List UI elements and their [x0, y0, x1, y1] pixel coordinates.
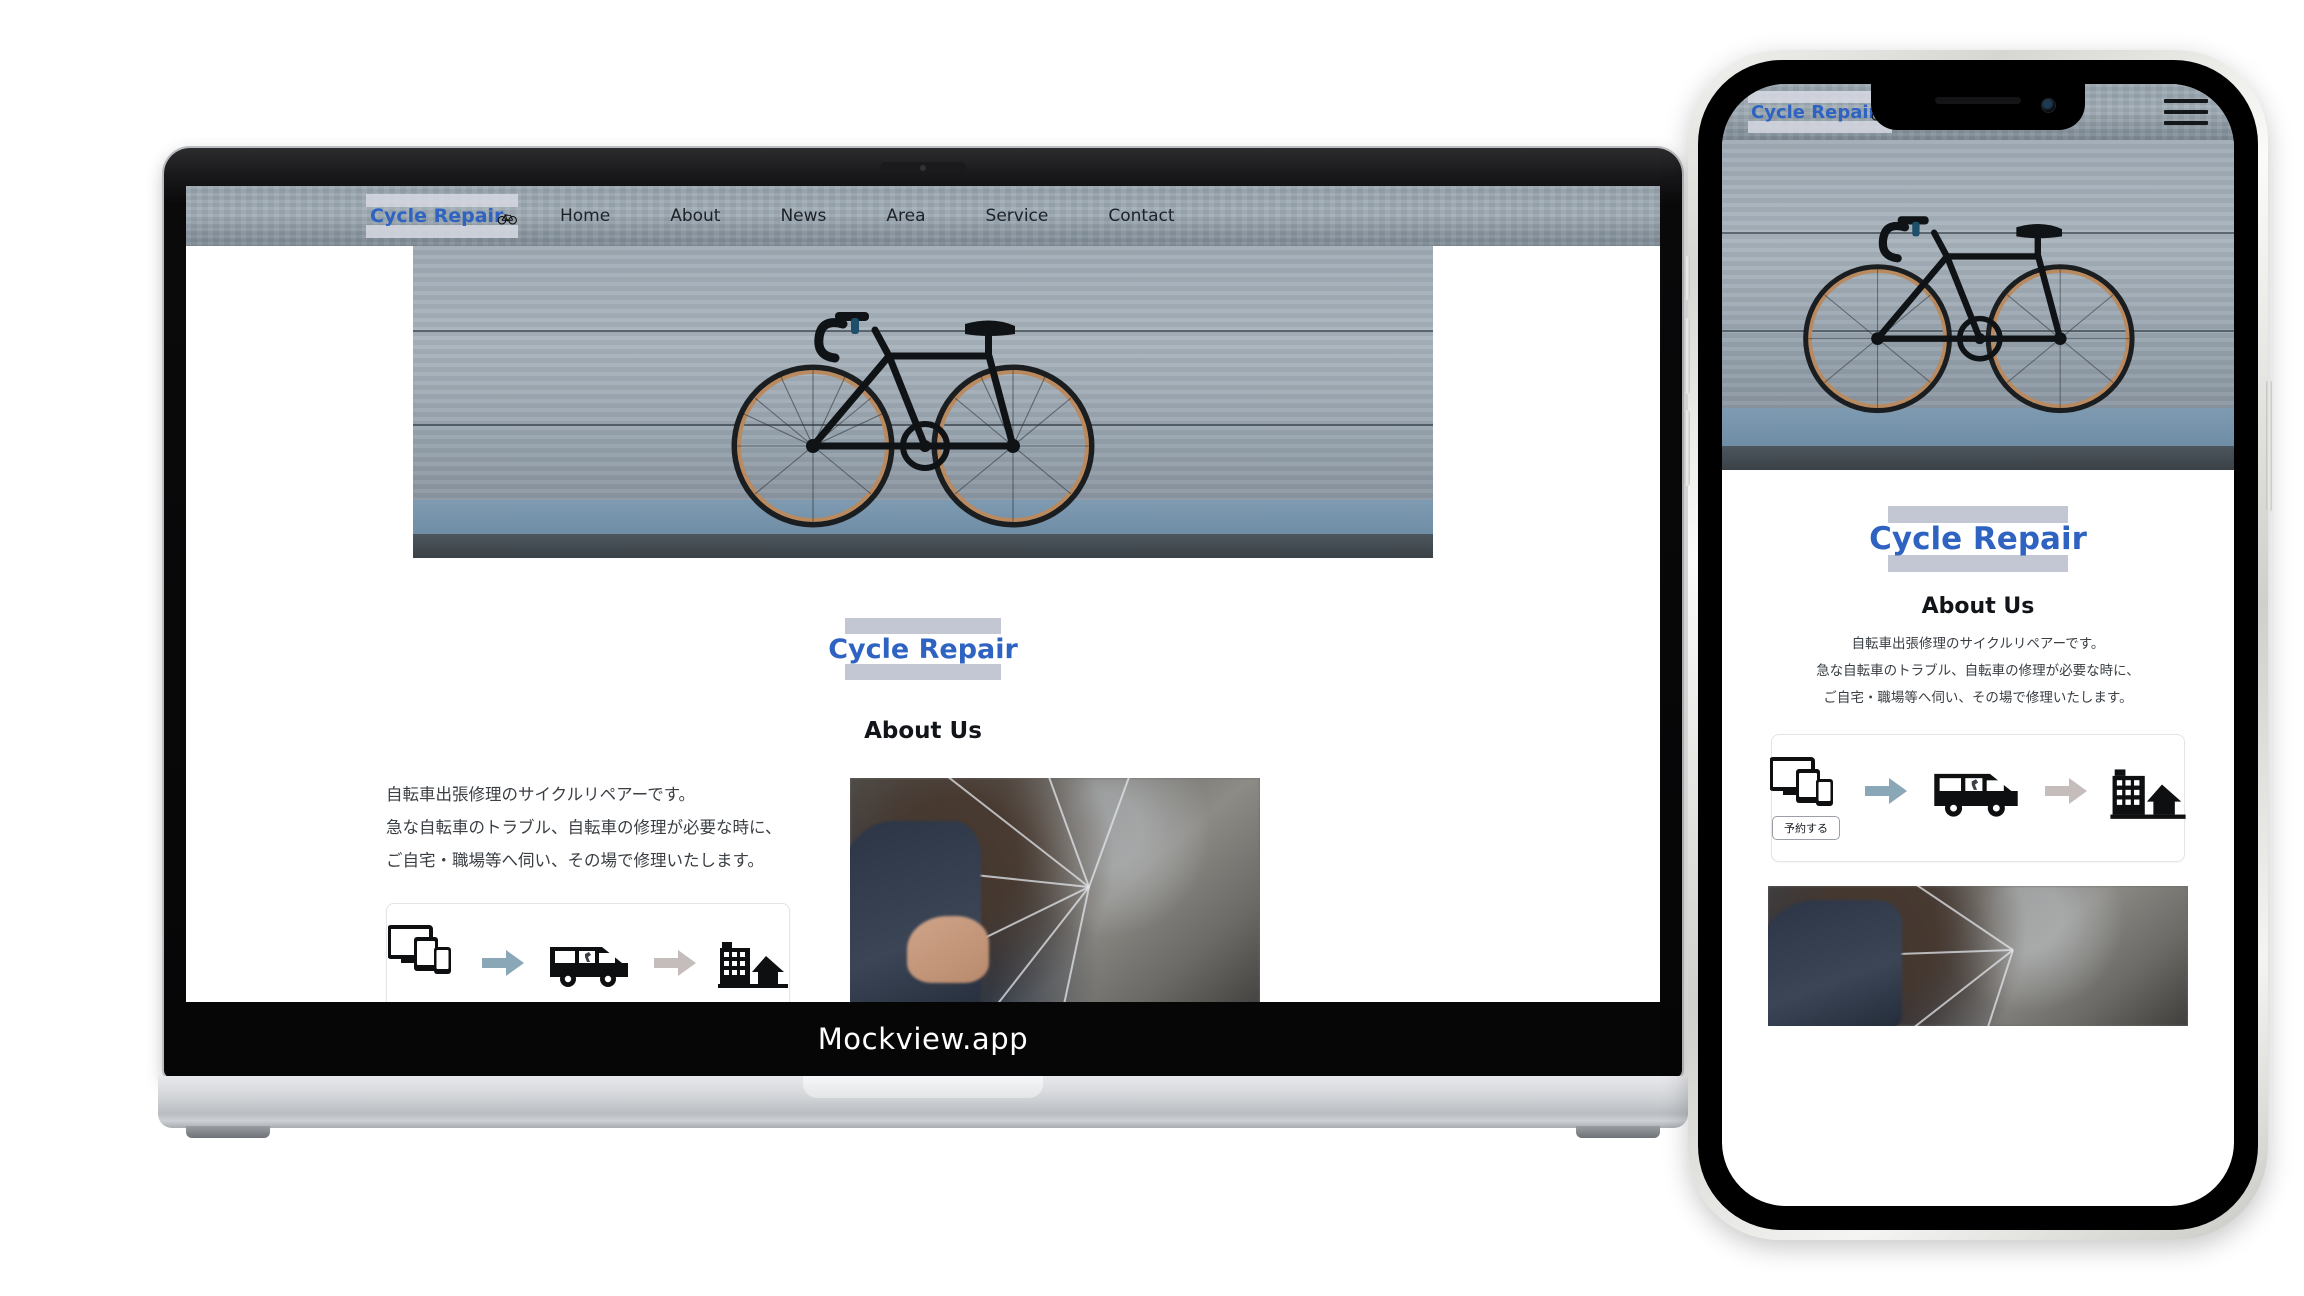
- about-line-2: 急な自転車のトラブル、自転車の修理が必要な時に、: [386, 818, 782, 837]
- site-logo[interactable]: Cycle Repair: [366, 194, 518, 238]
- mobile-service-flow-card: 予約する: [1770, 734, 2186, 862]
- mobile-hero-bicycle-illustration: [1803, 216, 2135, 414]
- van-icon: [550, 947, 628, 987]
- laptop-camera-icon: [880, 162, 966, 173]
- buildings-icon: [718, 942, 788, 988]
- about-section-body: 自転車出張修理のサイクルリペアーです。 急な自転車のトラブル、自転車の修理が必要…: [186, 778, 1660, 1023]
- desktop-nav-links: Home About News Area Service Contact: [560, 206, 1175, 226]
- mobile-buildings-icon: [2110, 769, 2186, 819]
- mobile-about-text: 自転車出張修理のサイクルリペアーです。 急な自転車のトラブル、自転車の修理が必要…: [1722, 631, 2234, 712]
- laptop-lid: Cycle Repair Home About News Area Servic…: [164, 148, 1682, 1078]
- hero-bicycle-photo: [413, 246, 1433, 558]
- arrow-right-icon-blue: [482, 950, 524, 976]
- reserve-button[interactable]: 予約する: [1772, 815, 1840, 840]
- mobile-service-flow-row: 予約する: [1770, 756, 2186, 840]
- laptop-foot-left: [186, 1126, 270, 1138]
- laptop-screen: Cycle Repair Home About News Area Servic…: [186, 186, 1660, 1052]
- mobile-about-line-3: ご自宅・職場等へ伺い、その場で修理いたします。: [1823, 690, 2133, 706]
- laptop-base: [158, 1076, 1688, 1138]
- phone-volume-down-button[interactable]: [1684, 410, 1690, 486]
- site-headline-text: Cycle Repair: [828, 633, 1018, 665]
- phone-volume-up-button[interactable]: [1684, 318, 1690, 394]
- phone-power-button[interactable]: [2266, 380, 2272, 512]
- nav-item-news[interactable]: News: [780, 206, 826, 226]
- mobile-arrow-right-icon-gray: [2045, 778, 2087, 804]
- mobile-site-headline: Cycle Repair: [1869, 506, 2087, 572]
- phone-front-camera-icon: [2042, 99, 2055, 112]
- hero-bicycle-illustration: [731, 312, 1095, 528]
- mobile-flow-step-devices: 予約する: [1770, 756, 1842, 840]
- desktop-nav: Cycle Repair Home About News Area Servic…: [186, 186, 1660, 246]
- nav-item-service[interactable]: Service: [986, 206, 1049, 226]
- phone-silent-switch[interactable]: [1684, 256, 1690, 300]
- mobile-about-title: About Us: [1921, 594, 2035, 619]
- phone-body: Cycle Repair Cycle Repair About Us 自転車出張…: [1698, 60, 2258, 1230]
- bicycle-icon: [498, 214, 518, 225]
- phone-speaker-icon: [1935, 97, 2021, 104]
- phone-mockup: Cycle Repair Cycle Repair About Us 自転車出張…: [1684, 50, 2272, 1240]
- phone-notch: [1871, 84, 2085, 130]
- mobile-about-line-2: 急な自転車のトラブル、自転車の修理が必要な時に、: [1816, 663, 2140, 679]
- about-line-1: 自転車出張修理のサイクルリペアーです。: [386, 785, 696, 804]
- site-headline: Cycle Repair: [828, 618, 1018, 680]
- site-logo-text: Cycle Repair: [370, 205, 504, 227]
- mobile-van-icon: [1934, 773, 2018, 817]
- laptop-foot-right: [1576, 1126, 1660, 1138]
- mobile-headline-wrap: Cycle Repair: [1722, 506, 2234, 572]
- phone-screen: Cycle Repair Cycle Repair About Us 自転車出張…: [1722, 84, 2234, 1206]
- about-section-title: About Us: [864, 718, 982, 744]
- mobile-site-headline-text: Cycle Repair: [1869, 521, 2087, 557]
- mockview-label: Mockview.app: [817, 1022, 1029, 1056]
- nav-item-about[interactable]: About: [670, 206, 720, 226]
- flow-step-devices: 予約する: [388, 924, 460, 1002]
- mobile-site-logo-text: Cycle Repair: [1751, 101, 1878, 123]
- mobile-about-line-1: 自転車出張修理のサイクルリペアーです。: [1851, 636, 2105, 652]
- mockview-watermark-bar: Mockview.app: [164, 1002, 1682, 1076]
- site-headline-wrap: Cycle Repair: [186, 618, 1660, 680]
- nav-item-area[interactable]: Area: [886, 206, 925, 226]
- about-line-3: ご自宅・職場等へ伺い、その場で修理いたします。: [386, 851, 764, 870]
- repair-photo-desktop: [850, 778, 1260, 1016]
- about-text-column: 自転車出張修理のサイクルリペアーです。 急な自転車のトラブル、自転車の修理が必要…: [386, 778, 806, 1023]
- nav-item-contact[interactable]: Contact: [1108, 206, 1174, 226]
- desktop-site-header: Cycle Repair Home About News Area Servic…: [186, 186, 1660, 246]
- devices-icon: [388, 924, 451, 974]
- laptop-mockup: Cycle Repair Home About News Area Servic…: [158, 148, 1688, 1148]
- mockup-stage: Cycle Repair Home About News Area Servic…: [0, 0, 2304, 1296]
- hamburger-menu-icon[interactable]: [2164, 99, 2208, 125]
- mobile-repair-photo: [1768, 886, 2188, 1026]
- nav-item-home[interactable]: Home: [560, 206, 610, 226]
- mobile-hero-photo: [1722, 140, 2234, 470]
- mobile-devices-icon: [1770, 756, 1833, 806]
- arrow-right-icon-gray: [654, 950, 696, 976]
- service-flow-row: 予約する: [388, 924, 788, 1002]
- mobile-arrow-right-icon-blue: [1865, 778, 1907, 804]
